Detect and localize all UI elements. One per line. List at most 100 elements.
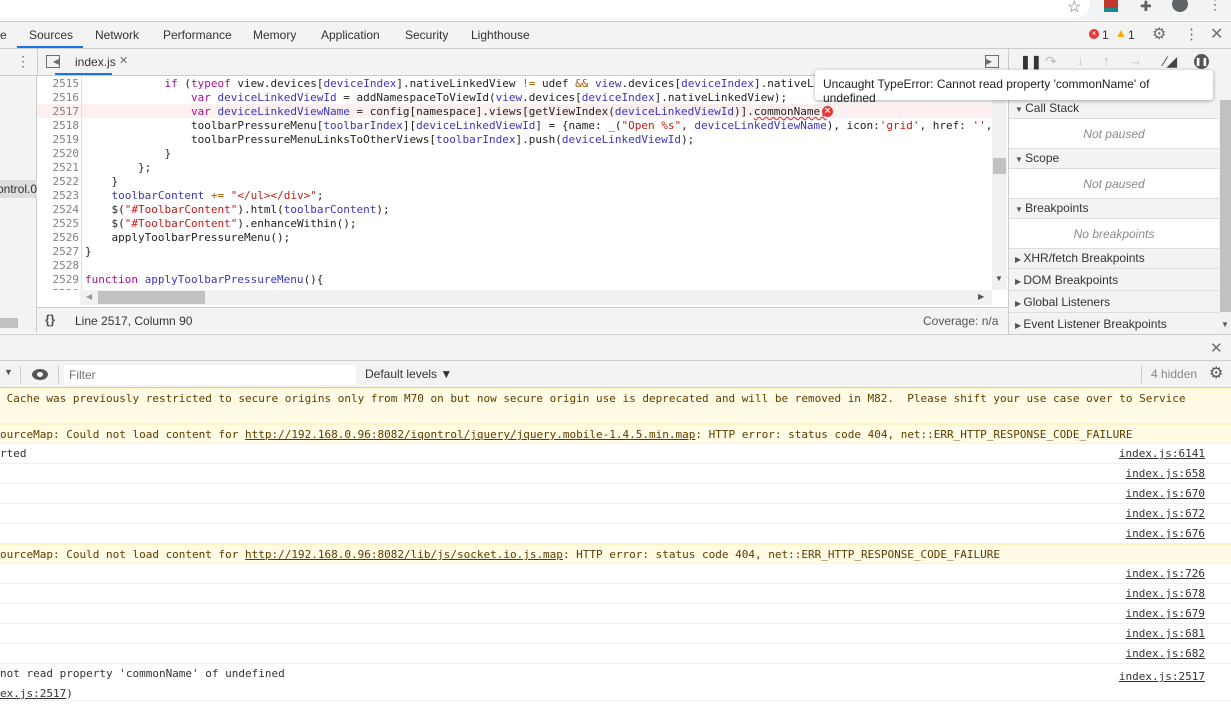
file-tab-index-js[interactable]: index.js [75, 55, 116, 69]
deactivate-breakpoints-icon[interactable]: ⁄◢ [1164, 53, 1177, 70]
live-expression-eye-icon[interactable] [32, 369, 48, 380]
line-number[interactable]: 2526 [37, 231, 80, 245]
context-dropdown-icon[interactable]: ▼ [4, 367, 13, 377]
source-link[interactable]: index.js:681 [1126, 624, 1205, 644]
tab-elements[interactable]: e [0, 28, 7, 42]
line-number[interactable]: 2515 [37, 77, 80, 91]
step-out-icon[interactable]: ↑ [1103, 53, 1110, 68]
section-breakpoints[interactable]: ▼ Breakpoints [1009, 199, 1219, 219]
tab-application[interactable]: Application [321, 28, 380, 42]
warning-icon[interactable]: ▲ [1115, 26, 1127, 40]
console-message-log: index.js:682 [0, 644, 1231, 664]
navigator-item[interactable]: ontrol.0 [0, 180, 37, 198]
log-levels-dropdown[interactable]: Default levels ▼ [365, 367, 452, 381]
source-link[interactable]: index.js:670 [1126, 484, 1205, 504]
line-number[interactable]: 2519 [37, 133, 80, 147]
profile-avatar[interactable] [1172, 0, 1188, 12]
scroll-down-arrow[interactable]: ▼ [1221, 320, 1229, 329]
source-link[interactable]: index.js:682 [1126, 644, 1205, 664]
tab-performance[interactable]: Performance [163, 28, 232, 42]
line-number[interactable]: 2520 [37, 147, 80, 161]
scroll-thumb[interactable] [1220, 100, 1231, 312]
code-editor[interactable]: 2515 if (typeof view.devices[deviceIndex… [37, 76, 992, 290]
console-settings-icon[interactable]: ⚙ [1209, 363, 1223, 383]
scroll-left-arrow[interactable]: ◀ [86, 292, 92, 301]
section-title: Scope [1025, 151, 1060, 165]
scroll-down-arrow[interactable]: ▼ [995, 274, 1003, 283]
line-number[interactable]: 2530 [37, 287, 80, 290]
more-options-icon[interactable]: ⋮ [1184, 25, 1199, 43]
scroll-thumb[interactable] [993, 158, 1006, 174]
code-token: deviceLinkedViewId [217, 91, 337, 104]
source-link[interactable]: index.js:658 [1126, 464, 1205, 484]
source-link[interactable]: index.js:676 [1126, 524, 1205, 544]
scroll-right-arrow[interactable]: ▶ [978, 292, 984, 301]
extension-icon[interactable] [1104, 0, 1118, 12]
menu-icon[interactable]: ⋮ [1208, 0, 1222, 13]
section-call-stack[interactable]: ▼ Call Stack [1009, 99, 1219, 119]
line-number[interactable]: 2517 [37, 105, 80, 119]
source-link[interactable]: index.js:2517 [1119, 667, 1205, 687]
toggle-debugger-icon[interactable]: ▶ [985, 55, 999, 68]
source-link[interactable]: index.js:678 [1126, 584, 1205, 604]
pause-on-exceptions-icon[interactable]: ❚❚ [1194, 54, 1209, 69]
tab-security[interactable]: Security [405, 28, 448, 42]
navigator-more-icon[interactable]: ⋮ [16, 53, 30, 70]
line-number[interactable]: 2518 [37, 119, 80, 133]
section-event-listener-breakpoints[interactable]: ▶ Event Listener Breakpoints [1009, 315, 1219, 335]
toggle-navigator-icon[interactable]: ◀ [46, 55, 60, 68]
line-number[interactable]: 2524 [37, 203, 80, 217]
code-token: toolbarContent [111, 189, 205, 202]
line-number[interactable]: 2521 [37, 161, 80, 175]
line-number[interactable]: 2529 [37, 273, 80, 287]
tab-memory[interactable]: Memory [253, 28, 296, 42]
error-count[interactable]: 1 [1102, 28, 1109, 42]
pretty-print-button[interactable]: {} [45, 312, 55, 327]
stack-link[interactable]: ex.js:2517 [0, 687, 66, 700]
close-devtools-icon[interactable]: ✕ [1210, 24, 1223, 44]
pause-icon[interactable]: ❚❚ [1020, 54, 1042, 70]
message-link[interactable]: http://192.168.0.96:8082/iqontrol/jquery… [245, 428, 695, 441]
line-number[interactable]: 2523 [37, 189, 80, 203]
bookmark-star-icon[interactable]: ☆ [1067, 0, 1081, 17]
code-token: var [190, 91, 211, 104]
browser-toolbar: ☆ ✚ ⋮ [0, 0, 1231, 20]
error-icon[interactable]: × [1089, 29, 1099, 39]
section-global-listeners[interactable]: ▶ Global Listeners [1009, 293, 1219, 313]
source-link[interactable]: index.js:726 [1126, 564, 1205, 584]
code-vertical-scrollbar[interactable]: ▼ [992, 76, 1007, 290]
active-tab-indicator [17, 46, 83, 48]
tab-network[interactable]: Network [95, 28, 139, 42]
settings-gear-icon[interactable]: ⚙ [1152, 24, 1166, 44]
source-link[interactable]: index.js:679 [1126, 604, 1205, 624]
close-drawer-icon[interactable]: ✕ [1210, 339, 1223, 357]
step-over-icon[interactable]: ↷ [1045, 53, 1057, 70]
scroll-thumb[interactable] [98, 291, 205, 304]
tab-lighthouse[interactable]: Lighthouse [471, 28, 530, 42]
line-number[interactable]: 2516 [37, 91, 80, 105]
code-token: ); [681, 133, 695, 146]
puzzle-icon[interactable]: ✚ [1140, 0, 1152, 15]
section-scope[interactable]: ▼ Scope [1009, 149, 1219, 169]
address-bar[interactable] [0, 0, 1090, 18]
line-number[interactable]: 2527 [37, 245, 80, 259]
message-link[interactable]: http://192.168.0.96:8082/lib/js/socket.i… [245, 548, 563, 561]
section-dom-breakpoints[interactable]: ▶ DOM Breakpoints [1009, 271, 1219, 291]
inline-error-icon[interactable]: × [822, 106, 833, 117]
console-filter-input[interactable] [64, 365, 356, 385]
line-number[interactable]: 2528 [37, 259, 80, 273]
line-number[interactable]: 2522 [37, 175, 80, 189]
warning-count[interactable]: 1 [1128, 28, 1135, 42]
step-icon[interactable]: → [1129, 53, 1142, 68]
sidebar-scrollbar[interactable]: ▼ [1219, 100, 1231, 334]
navigator-scrollbar[interactable] [0, 318, 18, 328]
source-link[interactable]: index.js:672 [1126, 504, 1205, 524]
code-horizontal-scrollbar[interactable]: ◀ ▶ [80, 290, 992, 305]
close-file-icon[interactable]: ✕ [119, 54, 128, 67]
line-number[interactable]: 2525 [37, 217, 80, 231]
source-link[interactable]: index.js:6141 [1119, 444, 1205, 464]
code-line: $("#ToolbarContent").enhanceWithin(); [85, 217, 356, 231]
step-into-icon[interactable]: ↓ [1077, 53, 1084, 68]
section-xhr-fetch-breakpoints[interactable]: ▶ XHR/fetch Breakpoints [1009, 249, 1219, 269]
tab-sources[interactable]: Sources [29, 28, 73, 42]
